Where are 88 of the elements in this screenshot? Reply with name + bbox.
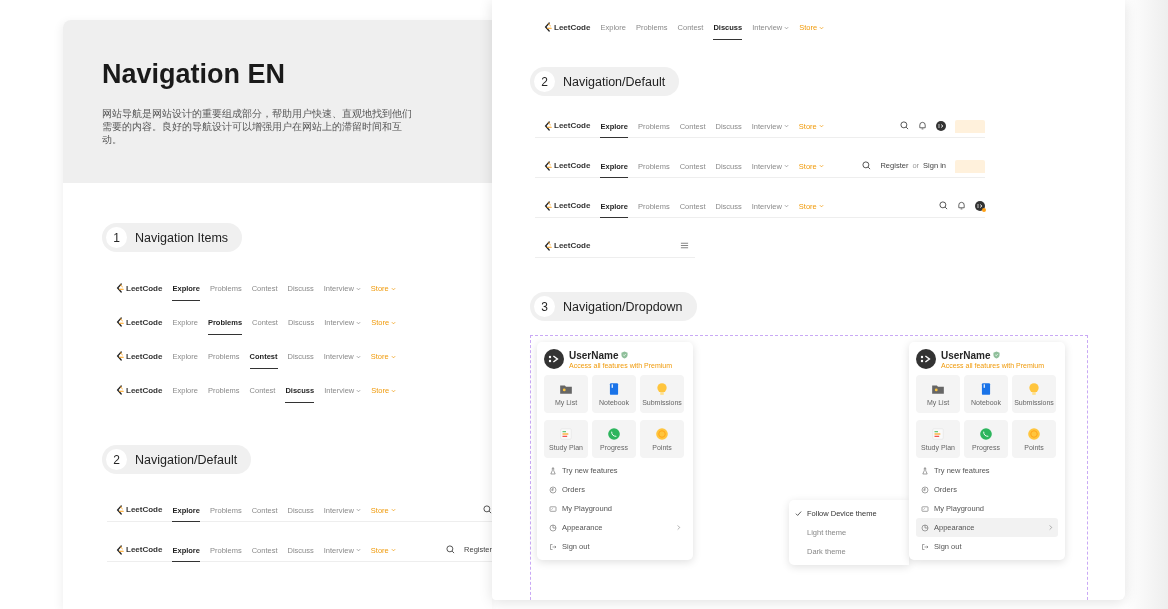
- logo-text[interactable]: LeetCode: [126, 283, 163, 293]
- notebook-icon: [979, 382, 993, 396]
- page-title: Navigation EN: [102, 58, 287, 90]
- section-title: Navigation/Dropdown: [563, 299, 683, 314]
- logo-icon[interactable]: [116, 544, 124, 555]
- logo-icon[interactable]: [116, 317, 124, 327]
- logo-text[interactable]: LeetCode: [554, 121, 591, 130]
- notebook-icon: [607, 382, 621, 396]
- section-number: 3: [534, 296, 555, 317]
- description-text: 网站导航是网站设计的重要组成部分，帮助用户快速、直观地找到他们需要的内容。良好的导航设计可以增强用户在网站上的滞留时间和互动。: [102, 107, 413, 146]
- chevron-down-icon: [783, 124, 789, 128]
- signout-icon: [921, 542, 929, 551]
- avatar-icon[interactable]: [936, 120, 946, 131]
- progress-icon: [607, 427, 621, 441]
- bulb-icon: [655, 382, 669, 396]
- user-name: UserName: [569, 349, 619, 361]
- bulb-icon: [1027, 382, 1041, 396]
- chevron-down-icon: [356, 320, 362, 325]
- avatar-icon: [544, 349, 564, 369]
- chevron-down-icon: [355, 508, 361, 512]
- logo-icon[interactable]: [544, 160, 552, 171]
- section-number: 2: [534, 71, 555, 92]
- search-icon[interactable]: [939, 201, 948, 210]
- chevron-down-icon: [391, 388, 397, 393]
- logo-text[interactable]: LeetCode: [126, 351, 163, 361]
- check-icon: [795, 510, 802, 517]
- search-icon[interactable]: [900, 121, 909, 130]
- logo-text[interactable]: LeetCode: [554, 161, 591, 170]
- chevron-down-icon: [390, 508, 396, 512]
- signout-icon: [549, 542, 557, 551]
- avatar-icon: [916, 349, 936, 369]
- plan-icon: [931, 427, 945, 441]
- chevron-down-icon: [818, 204, 824, 208]
- logo-icon[interactable]: [544, 240, 552, 251]
- avatar-icon[interactable]: [975, 200, 985, 211]
- logo-text[interactable]: LeetCode: [126, 545, 163, 554]
- chevron-down-icon: [355, 354, 361, 359]
- user-name: UserName: [941, 349, 991, 361]
- bell-icon[interactable]: [918, 121, 927, 130]
- section-title: Navigation Items: [135, 230, 229, 245]
- logo-icon[interactable]: [116, 385, 124, 395]
- orders-icon: [549, 485, 557, 494]
- search-icon[interactable]: [446, 545, 456, 554]
- logo-text[interactable]: LeetCode: [126, 385, 163, 395]
- chevron-down-icon: [818, 124, 824, 128]
- logo-text[interactable]: LeetCode: [554, 201, 591, 210]
- orders-icon: [921, 485, 929, 494]
- menu-icon[interactable]: [680, 241, 689, 250]
- section-title: Navigation/Default: [135, 452, 238, 467]
- chevron-down-icon: [390, 286, 396, 291]
- coin-icon: [1027, 427, 1041, 441]
- flask-icon: [549, 466, 557, 475]
- logo-text[interactable]: LeetCode: [554, 22, 591, 32]
- chevron-down-icon: [391, 320, 397, 325]
- search-icon[interactable]: [862, 161, 872, 170]
- logo-icon[interactable]: [116, 283, 124, 293]
- plan-icon: [559, 427, 573, 441]
- logo-text[interactable]: LeetCode: [126, 505, 163, 514]
- section-number: 2: [106, 449, 127, 470]
- flask-icon: [921, 466, 929, 475]
- playground-icon: [921, 504, 929, 513]
- logo-icon[interactable]: [544, 200, 552, 211]
- chevron-down-icon: [784, 25, 790, 30]
- search-icon[interactable]: [483, 505, 492, 514]
- logo-text[interactable]: LeetCode: [554, 241, 591, 250]
- logo-text[interactable]: LeetCode: [126, 317, 163, 327]
- chevron-down-icon: [783, 204, 789, 208]
- progress-icon: [979, 427, 993, 441]
- chevron-down-icon: [783, 164, 789, 168]
- logo-icon[interactable]: [544, 22, 552, 32]
- chevron-down-icon: [355, 286, 361, 291]
- chevron-down-icon: [390, 354, 396, 359]
- chevron-down-icon: [356, 388, 362, 393]
- chevron-down-icon: [390, 548, 396, 552]
- logo-icon[interactable]: [116, 504, 124, 515]
- playground-icon: [549, 504, 557, 513]
- section-title: Navigation/Default: [563, 74, 666, 89]
- logo-icon[interactable]: [544, 120, 552, 131]
- logo-icon[interactable]: [116, 351, 124, 361]
- status-dot: [982, 207, 986, 212]
- appearance-icon: [549, 523, 557, 532]
- appearance-icon: [921, 523, 929, 532]
- section-number: 1: [106, 227, 127, 248]
- chevron-down-icon: [355, 548, 361, 552]
- coin-icon: [655, 427, 669, 441]
- bell-icon[interactable]: [957, 201, 966, 210]
- chevron-down-icon: [819, 25, 825, 30]
- chevron-down-icon: [818, 164, 824, 168]
